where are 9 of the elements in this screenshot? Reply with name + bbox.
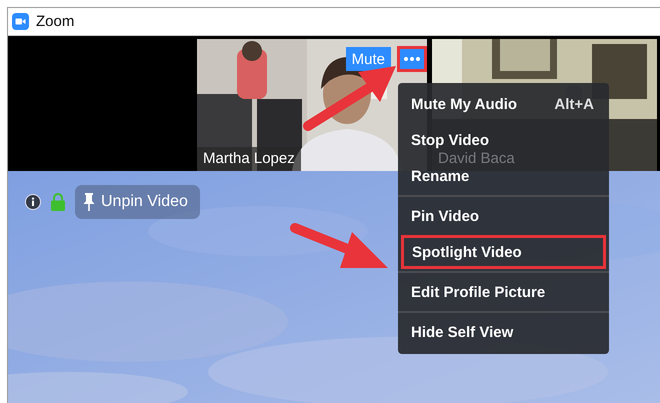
pin-icon xyxy=(83,192,95,212)
window-title: Zoom xyxy=(36,13,74,30)
menu-item[interactable]: Hide Self View xyxy=(401,315,606,349)
menu-item[interactable]: Spotlight Video xyxy=(401,235,606,269)
menu-item[interactable]: Edit Profile Picture xyxy=(401,275,606,309)
info-icon[interactable] xyxy=(25,194,41,210)
camera-logo-icon xyxy=(12,13,29,30)
menu-item[interactable]: Pin Video xyxy=(401,199,606,233)
unpin-video-button[interactable]: Unpin Video xyxy=(75,185,200,219)
